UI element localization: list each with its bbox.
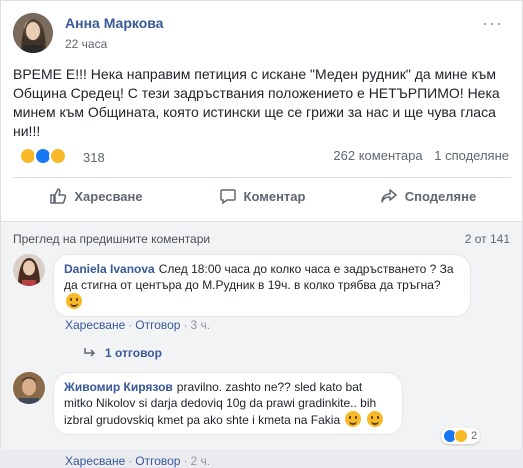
comment-like-button[interactable]: Харесване (65, 318, 125, 332)
commenter-avatar[interactable] (13, 372, 45, 404)
comment-reaction-count: 2 (471, 430, 478, 442)
engagement-counts: 262 коментара 1 споделяне (325, 148, 509, 163)
shares-count[interactable]: 1 споделяне (434, 148, 509, 163)
comments-section: Преглед на предишните коментари 2 от 141… (1, 221, 522, 468)
post-actions: Харесване Коментар Споделяне (13, 179, 511, 213)
thumbs-up-icon (50, 188, 67, 204)
comment-bubble: Живомир Кирязов pravilno. zashto ne?? sle… (53, 372, 403, 435)
comment-label: Коментар (243, 188, 306, 204)
comment-reply-button[interactable]: Отговор (135, 318, 180, 332)
post-timestamp[interactable]: 22 часа (65, 37, 107, 51)
wow-reaction-icon (49, 147, 67, 165)
post-card: Анна Маркова 22 часа ··· ВРЕМЕ Е!!! Нека… (0, 0, 523, 468)
share-button[interactable]: Споделяне (345, 179, 511, 213)
comment-like-button[interactable]: Харесване (65, 454, 125, 468)
like-button[interactable]: Харесване (13, 179, 179, 213)
share-label: Споделяне (404, 188, 477, 204)
author-name[interactable]: Анна Маркова (65, 15, 163, 31)
comment: Daniela Ivanova След 18:00 часа до колко … (13, 254, 511, 360)
reply-arrow-icon (84, 348, 96, 357)
grinning-emoji-icon (66, 293, 82, 309)
comments-count[interactable]: 262 коментара (333, 148, 422, 163)
share-icon (381, 189, 397, 203)
replies-count: 1 отговор (105, 346, 162, 360)
comment-actions: Харесване · Отговор · 2 ч. (65, 454, 211, 468)
post-stats: 318 262 коментара 1 споделяне (13, 145, 511, 169)
comment: Живомир Кирязов pravilno. zashto ne?? sle… (13, 372, 511, 468)
comments-pager-count: 2 от 141 (464, 232, 510, 246)
comment-actions: Харесване · Отговор · 3 ч. (65, 318, 211, 332)
comment-button[interactable]: Коментар (179, 179, 345, 213)
like-label: Харесване (74, 188, 143, 204)
comment-reply-button[interactable]: Отговор (135, 454, 180, 468)
comment-reactions-badge[interactable]: 2 (441, 428, 481, 444)
more-options-icon[interactable]: ··· (482, 13, 503, 34)
commenter-name[interactable]: Живомир Кирязов (64, 380, 173, 394)
haha-reaction-icon (454, 429, 468, 443)
comment-icon (219, 189, 236, 205)
post-header: Анна Маркова 22 часа ··· (13, 13, 503, 57)
commenter-name[interactable]: Daniela Ivanova (64, 262, 155, 276)
commenter-avatar[interactable] (13, 254, 45, 286)
author-avatar[interactable] (13, 13, 53, 53)
smiling-emoji-icon (345, 411, 362, 427)
reaction-count[interactable]: 318 (83, 150, 105, 165)
post-body: ВРЕМЕ Е!!! Нека направим петиция с искан… (13, 66, 500, 139)
comment-timestamp[interactable]: 3 ч. (190, 318, 210, 332)
divider (13, 177, 511, 178)
view-previous-comments-link[interactable]: Преглед на предишните коментари (13, 232, 210, 246)
comment-bubble: Daniela Ivanova След 18:00 часа до колко … (53, 254, 471, 317)
smiling-emoji-icon (366, 411, 383, 427)
view-replies-link[interactable]: 1 отговор (83, 346, 162, 360)
comment-timestamp[interactable]: 2 ч. (190, 454, 210, 468)
